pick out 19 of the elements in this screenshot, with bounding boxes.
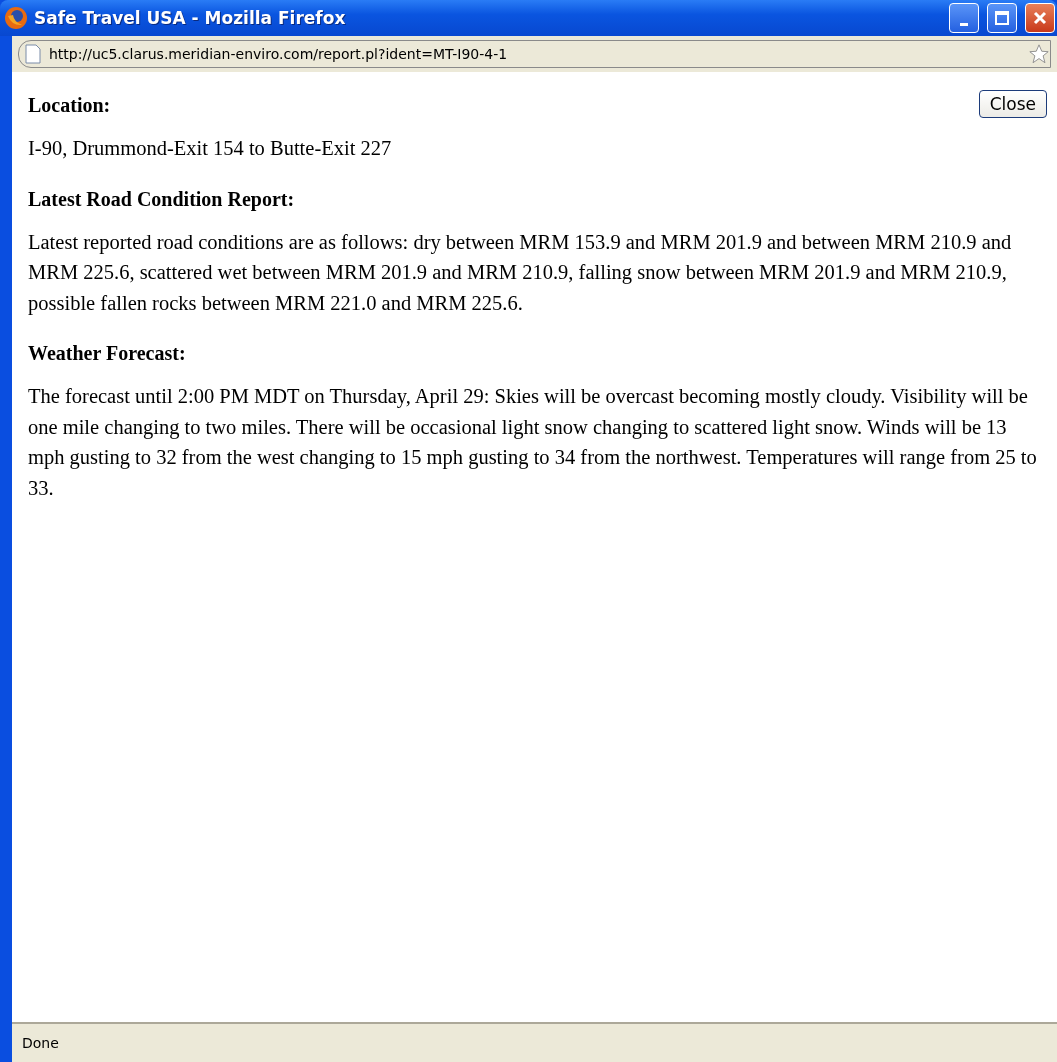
- maximize-icon: [995, 11, 1009, 25]
- section-heading: Latest Road Condition Report:: [28, 187, 296, 211]
- section-text: I-90, Drummond-Exit 154 to Butte-Exit 227: [28, 136, 393, 161]
- close-icon: [1033, 11, 1047, 25]
- status-text: Done: [22, 1035, 59, 1051]
- browser-logo-icon: [4, 6, 28, 30]
- section-heading: Location:: [28, 94, 111, 117]
- close-window-button[interactable]: [1025, 3, 1055, 33]
- star-icon[interactable]: [1028, 43, 1050, 65]
- section-heading: Weather Forecast:: [28, 342, 187, 365]
- page-icon: [25, 44, 41, 64]
- section-text: The forecast until 2:00 PM MDT on Thursday, April 29: Skies will be overcast becoming mostly cloudy. Visibility will be one mile changing to two miles. There will be occasional light snow changing to scattered light snow. Winds will be 13 mph gusting to 32 from the west changing to 15 mph gusting to 34 from the northwest. Temperatures will range from 25 to 33.: [28, 384, 1038, 501]
- window-title: Safe Travel USA - Mozilla Firefox: [34, 8, 347, 28]
- section-text: Latest reported road conditions are as follows: dry between MRM 153.9 and MRM 201.9 and between MRM 210.9 and MRM 225.6, scattered wet between MRM 201.9 and MRM 210.9, falling snow between MRM 201.9 and MRM 210.9, possible fallen rocks between MRM 221.0 and MRM 225.6.: [28, 229, 1013, 317]
- close-button[interactable]: Close: [978, 90, 1047, 118]
- address-bar[interactable]: http://uc5.clarus.meridian-enviro.com/report.pl?ident=MT-I90-4-1: [18, 40, 1051, 68]
- minimize-icon: [960, 22, 968, 26]
- minimize-button[interactable]: [949, 3, 979, 33]
- maximize-button[interactable]: [987, 3, 1017, 33]
